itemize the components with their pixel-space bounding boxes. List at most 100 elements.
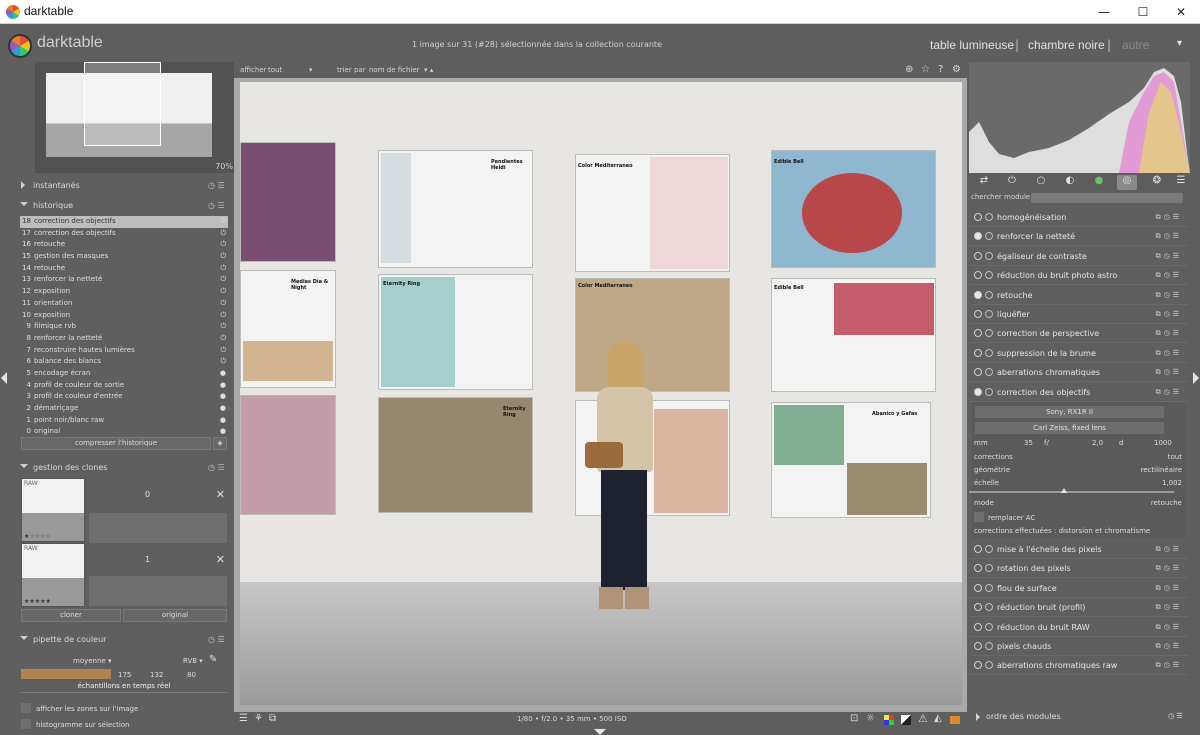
history-item[interactable]: 12 exposition ⏻	[20, 286, 228, 298]
mode-row[interactable]: mode retouche	[974, 499, 1182, 507]
navigation-zoom[interactable]: 70%	[215, 162, 233, 171]
module-power-icon[interactable]	[974, 622, 982, 631]
corrections-row[interactable]: corrections tout	[974, 453, 1182, 461]
reset-presets-icon[interactable]: ◷ ☰	[208, 635, 225, 644]
show-filter-select[interactable]: tout ▾	[268, 66, 312, 74]
clone-stars[interactable]: ★☆☆☆☆	[24, 533, 51, 540]
gamut-icon[interactable]: ◭	[934, 713, 942, 724]
module-actions-icon[interactable]: ⧉◷☰	[1156, 564, 1182, 573]
module-actions-icon[interactable]: ⧉◷☰	[1156, 213, 1182, 222]
tab-base-icon[interactable]: ○	[1031, 175, 1051, 190]
navigation-viewport[interactable]	[84, 62, 161, 146]
grouping-icon[interactable]: ⊕	[905, 64, 913, 75]
tab-effect-icon[interactable]: ❂	[1147, 175, 1167, 190]
histogram[interactable]	[969, 62, 1190, 173]
tab-color-icon[interactable]: ●	[1089, 175, 1109, 190]
history-item[interactable]: 15 gestion des masques ⏻	[20, 251, 228, 263]
selection-histogram-checkbox[interactable]	[21, 719, 31, 729]
picker-mode-select[interactable]: moyenne ▾	[73, 657, 111, 665]
tab-tone-icon[interactable]: ◐	[1060, 175, 1080, 190]
module-row[interactable]: réduction bruit (profil) ⧉◷☰	[974, 600, 1182, 616]
module-power-icon[interactable]	[974, 368, 982, 377]
module-actions-icon[interactable]: ⧉◷☰	[1156, 661, 1182, 670]
history-item[interactable]: 13 renforcer la netteté ⏻	[20, 274, 228, 286]
history-item[interactable]: 4 profil de couleur de sortie ●	[20, 380, 228, 392]
module-actions-icon[interactable]: ⧉◷☰	[1156, 603, 1182, 612]
color-picker-header[interactable]: pipette de couleur ◷ ☰	[10, 630, 230, 648]
module-power-icon[interactable]	[974, 545, 982, 553]
second-window-icon[interactable]: ⧉	[269, 713, 276, 724]
module-row[interactable]: réduction du bruit RAW ⧉◷☰	[974, 620, 1182, 636]
module-actions-icon[interactable]: ⧉◷☰	[1156, 310, 1182, 319]
history-item[interactable]: 17 correction des objectifs ⏻	[20, 228, 228, 240]
tab-presets-menu-icon[interactable]: ☰	[1171, 175, 1191, 190]
picker-space-select[interactable]: RVB ▾	[183, 657, 203, 665]
history-item[interactable]: 1 point noir/blanc raw ●	[20, 415, 228, 427]
color-assessment-icon[interactable]	[884, 715, 894, 725]
module-power-icon[interactable]	[974, 348, 982, 357]
star-icon[interactable]: ☆	[921, 64, 930, 75]
original-button[interactable]: original	[123, 609, 227, 622]
sort-select[interactable]: nom de fichier ▾ ▴	[369, 66, 433, 74]
view-other[interactable]: autre	[1122, 38, 1149, 52]
module-row[interactable]: retouche ⧉◷☰	[974, 288, 1182, 304]
history-header[interactable]: historique ◷ ☰	[10, 196, 230, 214]
module-search[interactable]: chercher module	[971, 193, 1183, 203]
navigation-preview[interactable]: 70%	[35, 62, 243, 173]
reject-icon[interactable]: ✕	[216, 488, 225, 501]
clone-button[interactable]: cloner	[21, 609, 121, 622]
module-row[interactable]: réduction du bruit photo astro ⧉◷☰	[974, 268, 1182, 284]
lens-select[interactable]: Carl Zeiss, fixed lens	[975, 422, 1164, 434]
search-input[interactable]	[1031, 193, 1183, 203]
module-actions-icon[interactable]: ⧉◷☰	[1156, 232, 1182, 241]
clones-header[interactable]: gestion des clones ◷ ☰	[10, 458, 230, 476]
module-actions-icon[interactable]: ⧉◷☰	[1156, 642, 1182, 651]
scale-slider[interactable]	[969, 488, 1174, 493]
module-actions-icon[interactable]: ⧉◷☰	[1156, 271, 1182, 280]
view-lighttable[interactable]: table lumineuse	[930, 38, 1014, 52]
warning-icon[interactable]: ⚠	[918, 712, 928, 725]
module-power-icon[interactable]	[974, 271, 982, 280]
module-actions-icon[interactable]: ⧉◷☰	[1156, 329, 1182, 338]
module-power-icon[interactable]	[974, 310, 982, 318]
module-actions-icon[interactable]: ⧉◷☰	[1156, 545, 1182, 554]
geometry-row[interactable]: géométrie rectilinéaire	[974, 466, 1182, 474]
module-actions-icon[interactable]: ⧉◷☰	[1156, 349, 1182, 358]
focus-peaking-icon[interactable]: ⊡	[850, 713, 858, 724]
module-row[interactable]: rotation des pixels ⧉◷☰	[974, 561, 1182, 577]
module-row[interactable]: pixels chauds ⧉◷☰	[974, 639, 1182, 655]
replace-ac-checkbox[interactable]	[974, 512, 984, 522]
module-power-icon[interactable]	[974, 583, 982, 592]
bottom-panel-toggle-icon[interactable]	[594, 729, 606, 735]
lens-params-row[interactable]: mm 35 f/ 2,0 d 1000	[974, 439, 1182, 447]
settings-gear-icon[interactable]: ⚙	[952, 64, 961, 75]
module-power-icon[interactable]	[974, 642, 982, 650]
tab-quick-access-icon[interactable]: ⇄	[974, 175, 994, 190]
module-power-icon[interactable]	[974, 661, 982, 670]
styles-icon[interactable]: ⚘	[254, 713, 263, 724]
module-row[interactable]: suppression de la brume ⧉◷☰	[974, 346, 1182, 362]
module-power-icon[interactable]	[974, 232, 982, 241]
left-panel-toggle-icon[interactable]	[1, 372, 7, 384]
module-power-icon[interactable]	[974, 251, 982, 260]
maximize-button[interactable]: ☐	[1124, 0, 1162, 24]
history-item[interactable]: 5 encodage écran ●	[20, 368, 228, 380]
history-style-button[interactable]: ◈	[213, 437, 227, 450]
reset-presets-icon[interactable]: ◷ ☰	[208, 201, 225, 210]
show-zones-checkbox[interactable]	[21, 703, 31, 713]
module-actions-icon[interactable]: ⧉◷☰	[1156, 291, 1182, 300]
history-item[interactable]: 3 profil de couleur d'entrée ●	[20, 391, 228, 403]
module-row[interactable]: mise à l'échelle des pixels ⧉◷☰	[974, 542, 1182, 558]
reset-presets-icon[interactable]: ◷ ☰	[208, 463, 225, 472]
image-canvas[interactable]: Pendientes Heidi Color Mediterraneo Edib…	[240, 82, 962, 705]
close-button[interactable]: ✕	[1162, 0, 1200, 24]
history-item[interactable]: 18 correction des objectifs ⏻	[20, 216, 228, 228]
views-dropdown-icon[interactable]: ▾	[1177, 38, 1182, 49]
clone-stars[interactable]: ★★★★★	[24, 598, 51, 605]
reset-presets-icon[interactable]: ◷ ☰	[208, 181, 225, 190]
help-icon[interactable]: ?	[938, 64, 943, 75]
reject-icon[interactable]: ✕	[216, 553, 225, 566]
clone-thumbnail[interactable]: RAW ★☆☆☆☆	[21, 478, 85, 542]
module-actions-icon[interactable]: ⧉◷☰	[1156, 584, 1182, 593]
module-row[interactable]: renforcer la netteté ⧉◷☰	[974, 229, 1182, 245]
